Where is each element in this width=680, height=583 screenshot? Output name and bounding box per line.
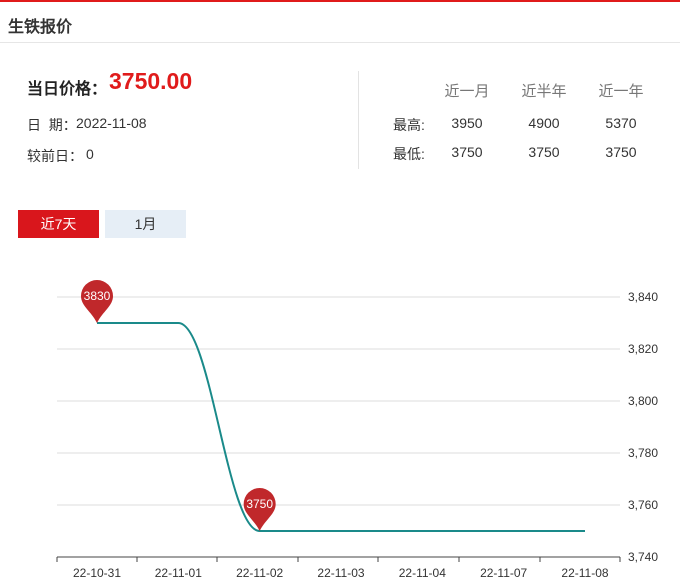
x-tick-label: 22-11-01 — [155, 566, 202, 580]
prev-day-value: 0 — [86, 146, 94, 162]
stats-high-year: 5370 — [605, 115, 637, 131]
prev-day-label: 较前日： — [27, 148, 83, 164]
panel-header: 生铁报价 — [0, 2, 680, 43]
price-line-chart: 3,740 3,760 3,780 3,800 3,820 3,840 22-10-31 22… — [56, 280, 658, 580]
y-tick-label: 3,740 — [628, 550, 658, 564]
stats-col-month: 近一月 — [444, 83, 490, 100]
price-summary: 当日价格： 3750.00 日 期： 2022-11-08 较前日： 0 近一月… — [0, 43, 680, 183]
x-tick-label: 22-11-03 — [317, 566, 364, 580]
y-tick-label: 3,800 — [628, 394, 658, 408]
x-tick-label: 22-11-02 — [236, 566, 283, 580]
value-marker-label: 3750 — [246, 497, 273, 511]
x-tick-label: 22-11-08 — [561, 566, 608, 580]
x-tick-label: 22-10-31 — [73, 566, 121, 580]
stats-row-high-label: 最高: — [393, 117, 425, 133]
y-tick-label: 3,760 — [628, 498, 658, 512]
date-label: 日 期： — [27, 117, 77, 133]
y-tick-label: 3,780 — [628, 446, 658, 460]
price-label: 当日价格： — [27, 81, 108, 98]
tab-1-month[interactable]: 1月 — [105, 210, 186, 238]
value-marker-label: 3830 — [84, 289, 111, 303]
stats-low-halfyear: 3750 — [528, 144, 560, 160]
stats-col-halfyear: 近半年 — [521, 83, 567, 100]
y-tick-label: 3,820 — [628, 342, 658, 356]
x-tick-label: 22-11-07 — [480, 566, 527, 580]
stats-high-halfyear: 4900 — [528, 115, 560, 131]
price-series-line — [97, 322, 585, 532]
x-tick-label: 22-11-04 — [399, 566, 446, 580]
price-value: 3750.00 — [109, 68, 193, 94]
date-value: 2022-11-08 — [76, 115, 147, 131]
stats-low-month: 3750 — [451, 144, 483, 160]
stats-row-low-label: 最低: — [393, 146, 425, 162]
stats-low-year: 3750 — [605, 144, 637, 160]
stats-col-year: 近一年 — [598, 83, 644, 100]
vertical-divider — [358, 71, 359, 169]
stats-high-month: 3950 — [451, 115, 483, 131]
panel-title: 生铁报价 — [8, 19, 73, 36]
tab-7-days[interactable]: 近7天 — [18, 210, 99, 238]
y-tick-label: 3,840 — [628, 290, 658, 304]
